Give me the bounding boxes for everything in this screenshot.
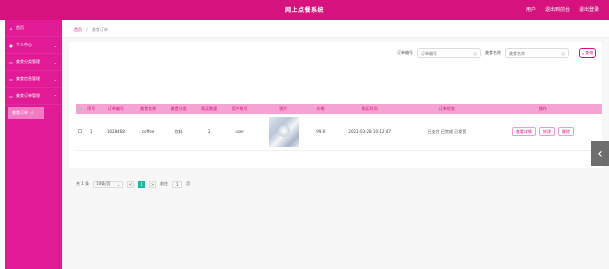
sidebar-item-label: 美食分类管理 xyxy=(16,59,40,64)
folder-icon: ▭ xyxy=(9,76,13,82)
order-no-input[interactable] xyxy=(421,50,471,56)
col-user: 用户账号 xyxy=(224,104,255,114)
page-suffix: 页 xyxy=(186,181,191,186)
order-no-label: 订单编号 xyxy=(397,50,413,55)
cell-image xyxy=(254,114,313,151)
prev-page-button[interactable]: < xyxy=(127,180,135,188)
sidebar-item-profile[interactable]: ● 个人中心 ⌄ xyxy=(5,37,62,54)
collapse-tab[interactable]: ‹ xyxy=(591,141,609,166)
logout-link[interactable]: 退出登录 xyxy=(579,6,599,13)
folder-icon: ▭ xyxy=(9,93,13,99)
table-header-row: 序号 订单编号 美食名称 美食分类 购买数量 用户账号 图片 价格 购买时间 订… xyxy=(76,104,602,114)
table-row: 1 3028468 coffee 饮料 2 user 99.8 2021-03-… xyxy=(76,114,602,151)
cell-select xyxy=(76,114,84,151)
sidebar-item-label: 美食信息管理 xyxy=(16,76,40,81)
orders-table: 序号 订单编号 美食名称 美食分类 购买数量 用户账号 图片 价格 购买时间 订… xyxy=(76,104,602,151)
search-button-label: 查询 xyxy=(585,50,594,55)
page-size-select[interactable]: 10条/页 ⌄ xyxy=(93,180,124,188)
cell-index: 1 xyxy=(83,114,99,151)
chevron-up-icon: ⌃ xyxy=(53,94,57,99)
search-row: 订单编号 ○ 美食名称 ○ ⌕ 查询 xyxy=(397,46,596,60)
sidebar-item-label: 个人中心 xyxy=(16,42,32,47)
sidebar-subitem-label: 美食订单 xyxy=(12,110,28,115)
food-name-field[interactable]: ○ xyxy=(505,48,569,58)
chevron-left-icon: ‹ xyxy=(597,145,603,162)
folder-icon: ▭ xyxy=(9,59,13,65)
pointer-cursor-icon: ☝ xyxy=(30,110,34,117)
search-button[interactable]: ⌕ 查询 xyxy=(579,48,596,58)
detail-button[interactable]: 查看详情 xyxy=(511,127,536,137)
col-index: 序号 xyxy=(83,104,99,114)
breadcrumb: 首页 / 美食订单 xyxy=(62,20,609,38)
cell-price: 99.8 xyxy=(312,114,330,151)
col-price: 价格 xyxy=(312,104,330,114)
cell-category: 饮料 xyxy=(163,114,194,151)
edit-button[interactable]: 修改 xyxy=(538,127,555,137)
goto-label: 前往 xyxy=(160,181,169,186)
total-count: 共 1 条 xyxy=(76,181,90,186)
sidebar-subitem-orders[interactable]: 美食订单 ☝ xyxy=(8,107,44,119)
sidebar: ⌂ 首页 ● 个人中心 ⌄ ▭ 美食分类管理 ⌄ ▭ 美食信息管理 ⌄ ▭ 美食… xyxy=(5,20,62,269)
col-time: 购买时间 xyxy=(329,104,411,114)
cell-status: 已支付 已完成 已发货 xyxy=(410,114,484,151)
app-title: 网上点餐系统 xyxy=(284,7,324,14)
clear-icon: ○ xyxy=(561,50,566,56)
cell-user: user xyxy=(224,114,255,151)
sidebar-item-label: 首页 xyxy=(16,25,24,30)
cell-quantity: 2 xyxy=(193,114,225,151)
row-checkbox[interactable] xyxy=(77,129,82,134)
sidebar-item-home[interactable]: ⌂ 首页 xyxy=(5,20,62,37)
user-link[interactable]: 用户 xyxy=(526,6,536,13)
col-food-name: 美食名称 xyxy=(132,104,164,114)
food-name-label: 美食名称 xyxy=(485,50,501,55)
cell-order-no: 3028468 xyxy=(98,114,133,151)
sidebar-item-food[interactable]: ▭ 美食信息管理 ⌄ xyxy=(5,71,62,88)
next-page-button[interactable]: > xyxy=(149,180,157,188)
col-order-no: 订单编号 xyxy=(98,104,133,114)
top-bar: 网上点餐系统 用户 退出到前台 退出登录 xyxy=(0,0,609,20)
breadcrumb-separator: / xyxy=(86,27,88,32)
food-image xyxy=(268,116,299,147)
cell-time: 2021-03-28 10:12:47 xyxy=(329,114,411,151)
col-category: 美食分类 xyxy=(163,104,194,114)
chevron-down-icon: ⌄ xyxy=(53,60,57,65)
col-select xyxy=(76,104,84,114)
col-status: 订单状态 xyxy=(410,104,484,114)
chevron-down-icon: ⌄ xyxy=(53,77,57,82)
order-no-field[interactable]: ○ xyxy=(417,48,481,58)
orders-card: 订单编号 ○ 美食名称 ○ ⌕ 查询 序号 订单编号 美食名称 xyxy=(69,42,602,188)
breadcrumb-home[interactable]: 首页 xyxy=(74,27,82,32)
col-ops: 操作 xyxy=(483,104,602,114)
goto-page-input[interactable]: 1 xyxy=(172,180,183,188)
chevron-down-icon: ⌄ xyxy=(116,181,121,187)
page-button-1[interactable]: 1 xyxy=(138,180,146,188)
home-icon: ⌂ xyxy=(9,25,13,31)
user-icon: ● xyxy=(9,42,13,48)
cell-ops: 查看详情 修改 删除 xyxy=(483,114,602,151)
top-right-links: 用户 退出到前台 退出登录 xyxy=(526,6,599,13)
chevron-down-icon: ⌄ xyxy=(53,43,57,48)
front-link[interactable]: 退出到前台 xyxy=(545,6,570,13)
cell-food-name: coffee xyxy=(132,114,164,151)
delete-button[interactable]: 删除 xyxy=(557,127,574,137)
main-content: 首页 / 美食订单 订单编号 ○ 美食名称 ○ ⌕ 查询 xyxy=(62,20,609,269)
row-actions: 查看详情 修改 删除 xyxy=(484,127,602,137)
breadcrumb-current: 美食订单 xyxy=(91,27,108,32)
search-icon: ⌕ xyxy=(581,50,585,56)
select-all-checkbox[interactable] xyxy=(77,106,82,111)
sidebar-item-label: 美食订单管理 xyxy=(16,93,40,98)
col-image: 图片 xyxy=(254,104,313,114)
clear-icon: ○ xyxy=(473,50,478,56)
page-size-value: 10条/页 xyxy=(96,181,111,186)
pagination: 共 1 条 10条/页 ⌄ < 1 > 前往 1 页 xyxy=(76,180,190,188)
food-name-input[interactable] xyxy=(509,50,559,56)
col-quantity: 购买数量 xyxy=(193,104,225,114)
sidebar-item-orders[interactable]: ▭ 美食订单管理 ⌃ xyxy=(5,88,62,105)
sidebar-item-category[interactable]: ▭ 美食分类管理 ⌄ xyxy=(5,54,62,71)
